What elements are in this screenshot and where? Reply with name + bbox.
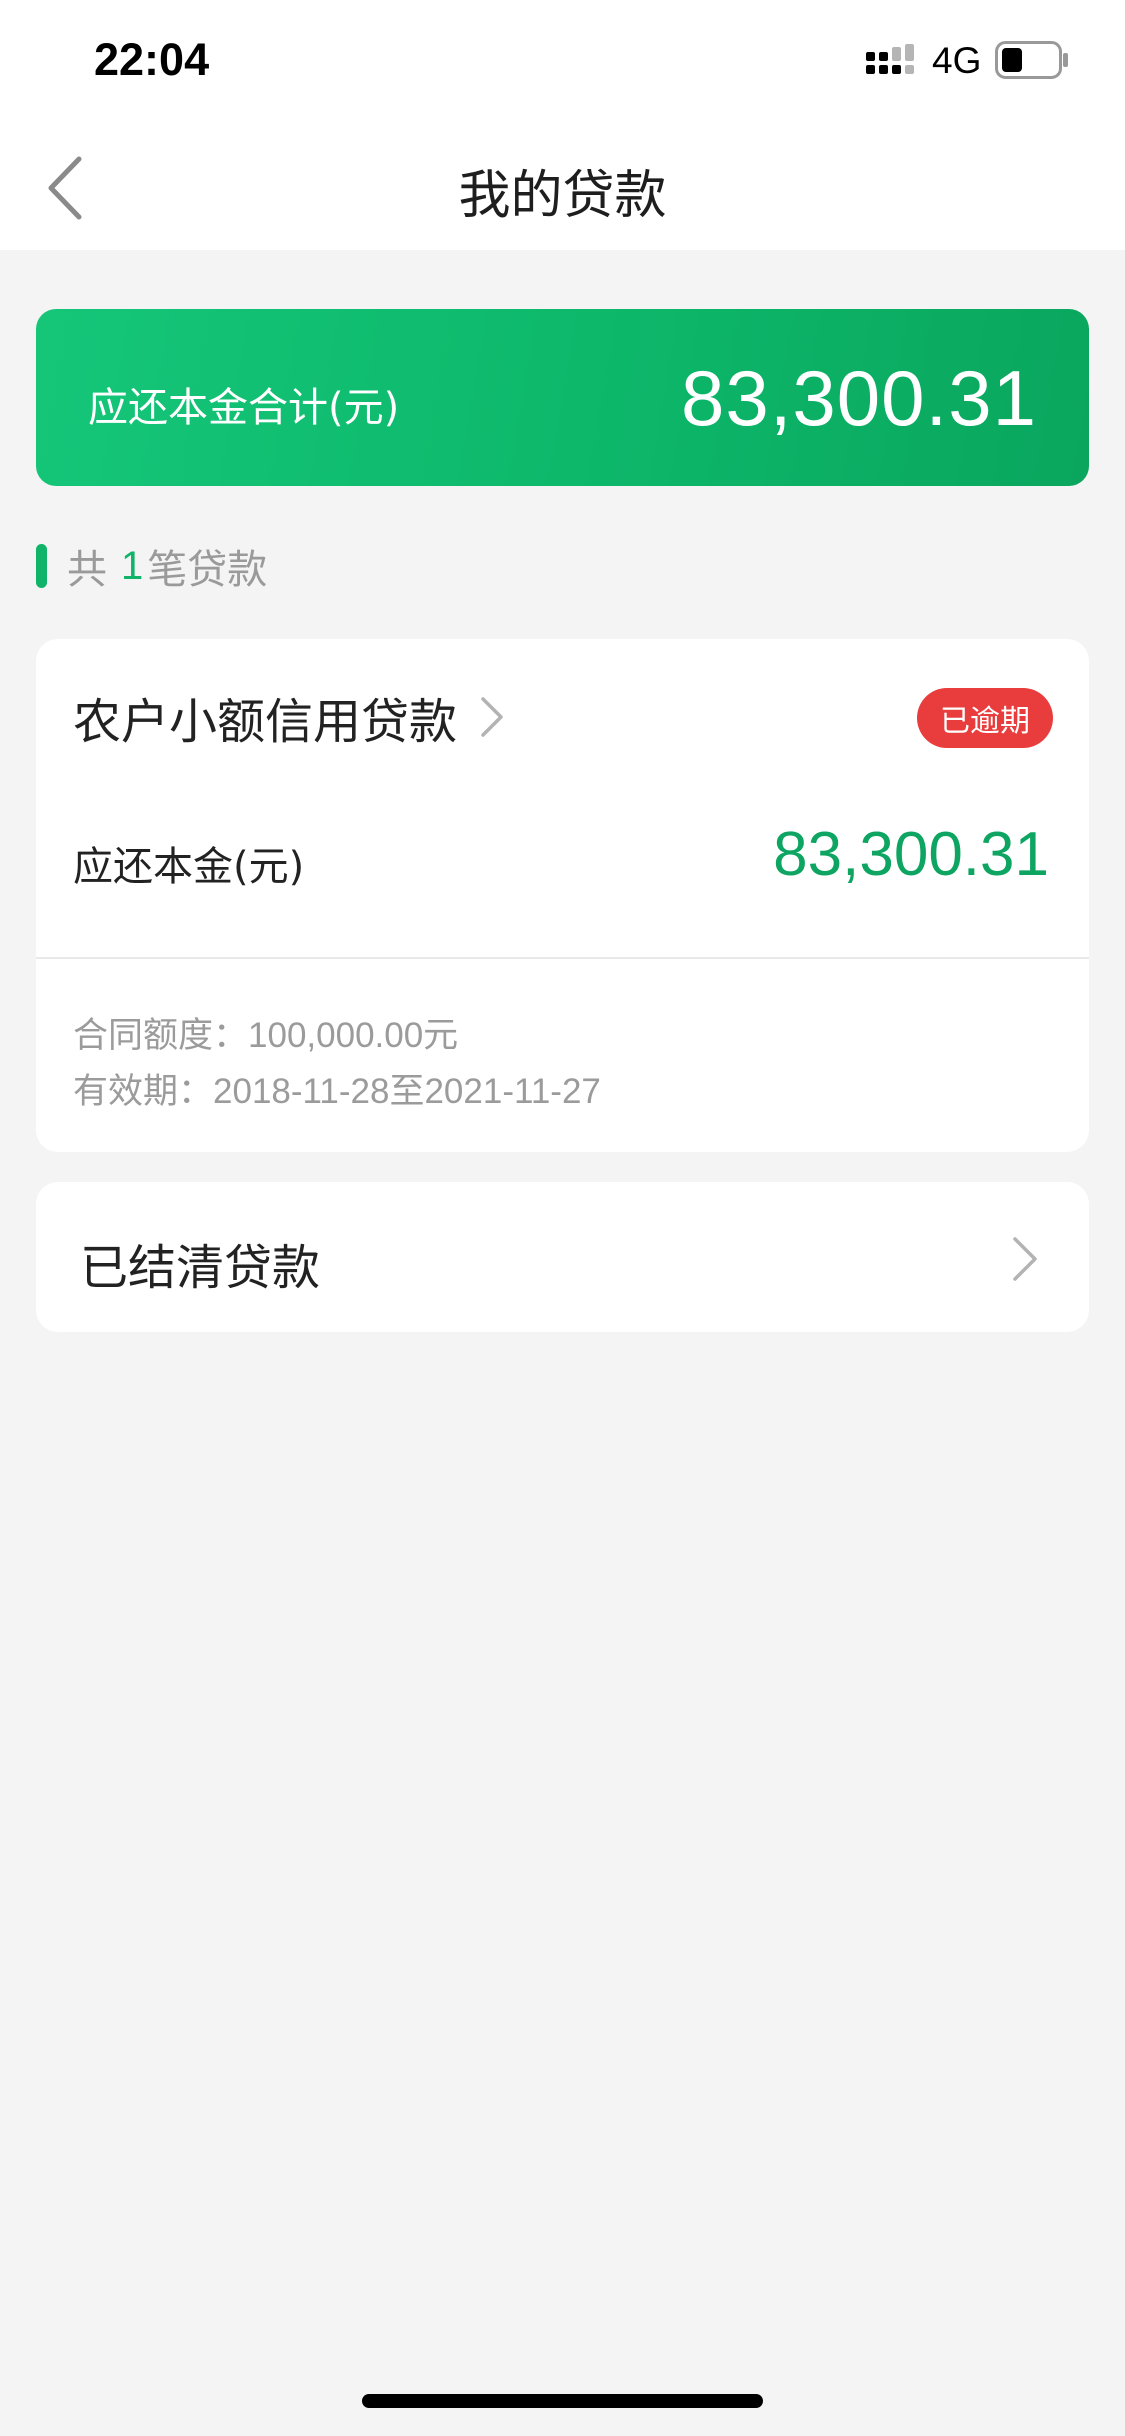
loan-name: 农户小额信用贷款 <box>73 694 458 750</box>
loan-count-suffix: 笔贷款 <box>147 547 268 593</box>
home-indicator[interactable] <box>362 2394 763 2408</box>
battery-icon <box>995 41 1068 79</box>
status-bar: 22:04 4G <box>0 0 1125 125</box>
total-principal-label: 应还本金合计(元) <box>88 385 400 431</box>
settled-loans-label: 已结清贷款 <box>80 1240 321 1296</box>
loan-count-row: 共 1 笔贷款 <box>36 540 268 593</box>
chevron-right-icon <box>1013 1237 1037 1281</box>
overdue-status-badge: 已逾期 <box>917 688 1053 748</box>
divider <box>36 957 1089 959</box>
section-marker <box>36 544 47 588</box>
contract-limit-label: 合同额度： <box>73 1016 249 1056</box>
my-loans-screen: 22:04 4G 我的贷款 应还本金合计(元) 83,300.31 共 1 笔贷… <box>0 0 1125 2436</box>
loan-name-link[interactable]: 农户小额信用贷款 <box>73 687 507 750</box>
total-principal-amount: 83,300.31 <box>680 354 1037 442</box>
contract-limit-value: 100,000.00元 <box>248 1016 459 1055</box>
validity-value: 2018-11-28至2021-11-27 <box>213 1072 601 1111</box>
network-type: 4G <box>932 40 982 81</box>
principal-amount: 83,300.31 <box>773 820 1049 889</box>
status-time: 22:04 <box>94 34 210 85</box>
settled-loans-row[interactable]: 已结清贷款 <box>36 1182 1089 1332</box>
validity-period: 有效期：2018-11-28至2021-11-27 <box>73 1063 601 1114</box>
contract-limit: 合同额度：100,000.00元 <box>73 1007 458 1058</box>
page-title: 我的贷款 <box>458 166 667 226</box>
chevron-right-icon <box>481 697 503 737</box>
total-principal-banner: 应还本金合计(元) 83,300.31 <box>36 309 1089 486</box>
signal-icon <box>866 44 914 74</box>
loan-card: 农户小额信用贷款 已逾期 应还本金(元) 83,300.31 合同额度：100,… <box>36 639 1089 1152</box>
loan-count-number: 1 <box>121 543 144 588</box>
loan-count-prefix: 共 <box>67 547 107 593</box>
validity-label: 有效期： <box>73 1072 214 1112</box>
nav-bar: 我的贷款 <box>0 125 1125 250</box>
principal-label: 应还本金(元) <box>73 844 305 890</box>
